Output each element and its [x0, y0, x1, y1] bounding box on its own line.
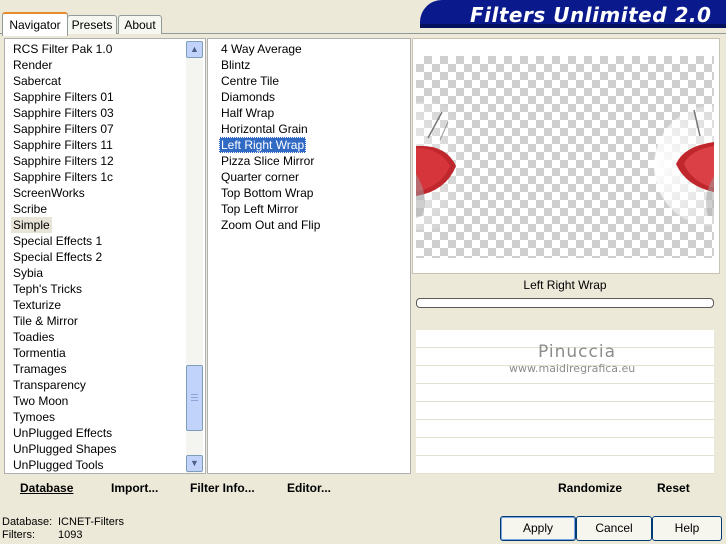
database-label: Database: — [2, 516, 53, 528]
editor-button[interactable]: Editor... — [287, 481, 331, 495]
filter-item[interactable]: Top Left Mirror — [219, 201, 300, 217]
category-item[interactable]: Sapphire Filters 07 — [11, 121, 116, 137]
category-item[interactable]: Sapphire Filters 1c — [11, 169, 115, 185]
category-item[interactable]: UnPlugged Shapes — [11, 441, 118, 457]
category-item[interactable]: Sybia — [11, 265, 45, 281]
filter-list[interactable]: 4 Way Average Blintz Centre Tile Diamonds Ha… — [207, 38, 411, 474]
category-list[interactable]: RCS Filter Pak 1.0 Render Sabercat Sapphire… — [4, 38, 206, 474]
filter-item[interactable]: Quarter corner — [219, 169, 301, 185]
category-item[interactable]: ScreenWorks — [11, 185, 87, 201]
scroll-down-button[interactable]: ▼ — [186, 455, 203, 472]
category-item[interactable]: Tile & Mirror — [11, 313, 80, 329]
help-button[interactable]: Help — [652, 516, 722, 541]
app-title: Filters Unlimited 2.0 — [470, 3, 712, 27]
category-item[interactable]: Transparency — [11, 377, 88, 393]
filters-count-label: Filters: — [2, 529, 35, 541]
parameter-row[interactable] — [416, 420, 714, 438]
category-item[interactable]: UnPlugged Effects — [11, 425, 114, 441]
tab-navigator[interactable]: Navigator — [2, 12, 68, 36]
preview-image — [416, 56, 714, 258]
filter-item[interactable]: Left Right Wrap — [219, 137, 307, 153]
scroll-thumb[interactable] — [186, 365, 203, 431]
watermark-name: Pinuccia — [538, 342, 616, 362]
progress-bar — [416, 298, 714, 308]
tab-presets[interactable]: Presets — [67, 15, 117, 34]
category-item[interactable]: Teph's Tricks — [11, 281, 84, 297]
parameter-row[interactable] — [416, 438, 714, 456]
category-item[interactable]: Special Effects 1 — [11, 233, 104, 249]
category-item[interactable]: Sapphire Filters 11 — [11, 137, 115, 153]
database-button[interactable]: Database — [20, 481, 73, 495]
filter-item[interactable]: Blintz — [219, 57, 252, 73]
category-item[interactable]: Tramages — [11, 361, 69, 377]
parameter-row[interactable] — [416, 384, 714, 402]
filter-item[interactable]: Pizza Slice Mirror — [219, 153, 316, 169]
category-item[interactable]: Tymoes — [11, 409, 57, 425]
category-item[interactable]: Tormentia — [11, 345, 68, 361]
category-item[interactable]: Scribe — [11, 201, 49, 217]
category-item[interactable]: Two Moon — [11, 393, 70, 409]
selected-filter-name: Left Right Wrap — [523, 278, 607, 292]
filter-item[interactable]: Top Bottom Wrap — [219, 185, 315, 201]
filter-item[interactable]: Half Wrap — [219, 105, 276, 121]
category-item[interactable]: Special Effects 2 — [11, 249, 104, 265]
category-scrollbar[interactable]: ▲ ▼ — [186, 41, 203, 473]
parameter-row[interactable] — [416, 402, 714, 420]
apply-button[interactable]: Apply — [500, 516, 576, 541]
category-item[interactable]: Toadies — [11, 329, 56, 345]
category-item[interactable]: Sapphire Filters 01 — [11, 89, 116, 105]
category-item[interactable]: Sapphire Filters 03 — [11, 105, 116, 121]
scroll-up-button[interactable]: ▲ — [186, 41, 203, 58]
reset-button[interactable]: Reset — [657, 481, 690, 495]
category-item[interactable]: Simple — [11, 217, 52, 233]
tab-about[interactable]: About — [118, 15, 162, 34]
cancel-button[interactable]: Cancel — [576, 516, 652, 541]
filter-item[interactable]: 4 Way Average — [219, 41, 304, 57]
filter-item[interactable]: Horizontal Grain — [219, 121, 310, 137]
category-item[interactable]: Texturize — [11, 297, 63, 313]
category-item[interactable]: RCS Filter Pak 1.0 — [11, 41, 114, 57]
filters-count-value: 1093 — [58, 529, 83, 541]
category-item[interactable]: Render — [11, 57, 54, 73]
filter-info-button[interactable]: Filter Info... — [190, 481, 255, 495]
category-item[interactable]: Sabercat — [11, 73, 63, 89]
filter-item[interactable]: Diamonds — [219, 89, 277, 105]
filter-item[interactable]: Centre Tile — [219, 73, 281, 89]
watermark-site: www.maidiregrafica.eu — [509, 362, 636, 375]
randomize-button[interactable]: Randomize — [558, 481, 622, 495]
category-item[interactable]: UnPlugged Tools — [11, 457, 106, 473]
database-value: ICNET-Filters — [58, 516, 124, 528]
category-item[interactable]: Sapphire Filters 12 — [11, 153, 116, 169]
import-button[interactable]: Import... — [111, 481, 158, 495]
filter-item[interactable]: Zoom Out and Flip — [219, 217, 322, 233]
parameter-row[interactable] — [416, 456, 714, 474]
